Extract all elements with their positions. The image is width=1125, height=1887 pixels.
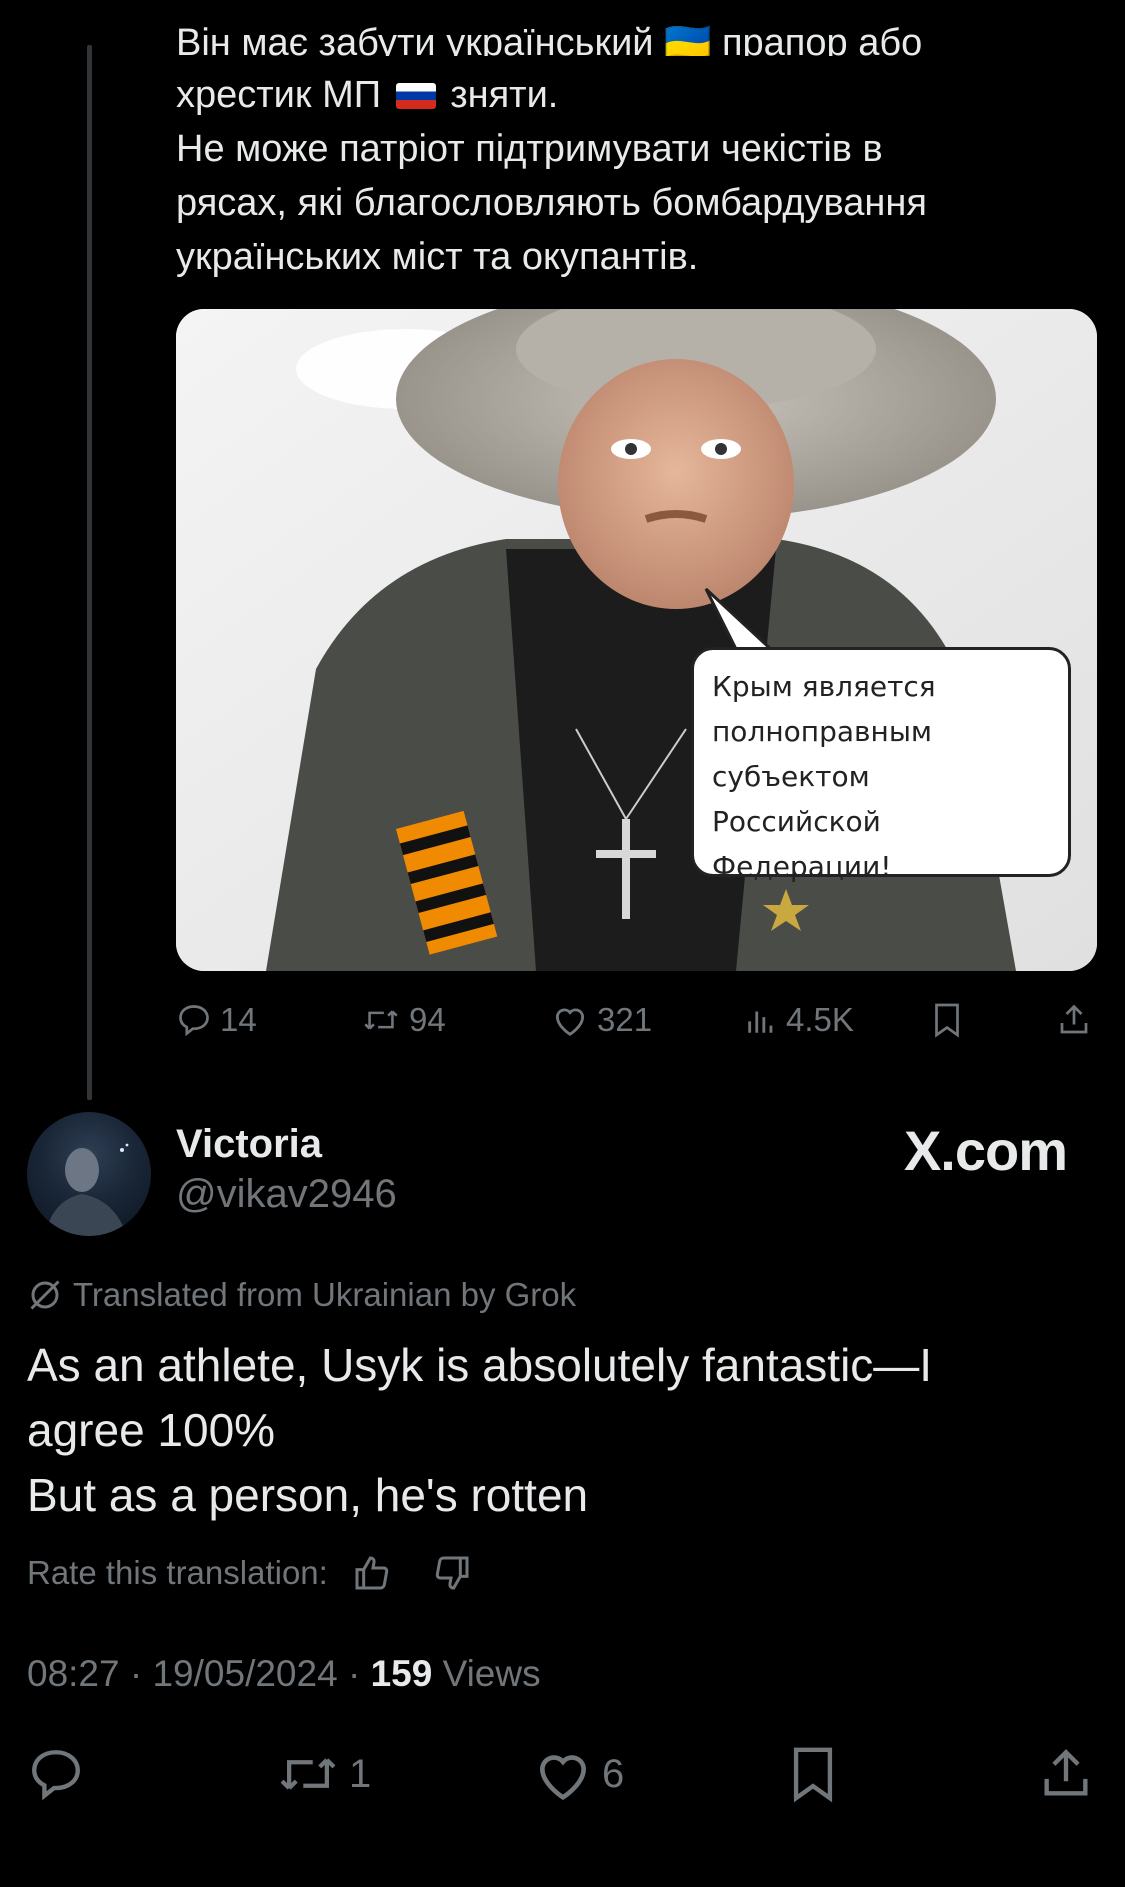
tweet-date: 19/05/2024 xyxy=(152,1653,338,1694)
bookmark-button[interactable] xyxy=(787,1745,839,1803)
grok-icon xyxy=(30,1280,60,1310)
bubble-line: полноправным xyxy=(712,715,933,748)
translation-notice: Translated from Ukrainian by Grok xyxy=(27,1276,576,1314)
xcom-watermark: X.com xyxy=(903,1119,1068,1182)
parent-tweet-actions: 14 94 321 4.5K xyxy=(176,995,1096,1045)
reply-line: As an athlete, Usyk is absolutely fantas… xyxy=(27,1339,933,1391)
parent-views-button[interactable]: 4.5K xyxy=(744,1001,854,1039)
thumbs-up-icon[interactable] xyxy=(352,1553,392,1593)
tweet-metadata: 08:27 · 19/05/2024 · 159 Views xyxy=(27,1653,541,1694)
parent-repost-button[interactable]: 94 xyxy=(361,1001,446,1039)
parent-like-button[interactable]: 321 xyxy=(551,1001,652,1039)
views-label: Views xyxy=(442,1653,541,1694)
rate-translation: Rate this translation: xyxy=(27,1553,472,1593)
russia-flag-icon xyxy=(395,83,436,109)
rate-label: Rate this translation: xyxy=(27,1554,328,1591)
bookmark-icon xyxy=(935,1003,959,1038)
parent-bookmark-button[interactable] xyxy=(931,1002,963,1038)
avatar-photo xyxy=(45,1143,129,1236)
thread-connector-line xyxy=(87,45,92,1100)
parent-tweet-text: Він має забути український 🇺🇦 прапор або… xyxy=(176,22,1096,284)
speech-bubble: Крым является полноправным субъектом Рос… xyxy=(691,647,1071,883)
parent-tweet-line-5: українських міст та окупантів. xyxy=(176,236,699,278)
reply-line: agree 100% xyxy=(27,1404,276,1456)
parent-tweet-line-2b: зняти. xyxy=(450,74,559,116)
repost-button[interactable]: 1 xyxy=(275,1745,371,1803)
views-count: 159 xyxy=(370,1653,433,1694)
user-handle[interactable]: @vikav2946 xyxy=(176,1172,397,1217)
reply-tweet-actions: 1 6 xyxy=(27,1745,1097,1805)
heart-icon xyxy=(555,1008,585,1036)
reply-icon xyxy=(32,1750,80,1801)
share-icon xyxy=(1044,1749,1088,1796)
bubble-line: субъектом xyxy=(712,760,870,793)
repost-icon xyxy=(280,1758,336,1790)
parent-tweet-line-2a: хрестик МП xyxy=(176,74,382,116)
reply-line: But as a person, he's rotten xyxy=(27,1469,589,1521)
thumbs-down-icon[interactable] xyxy=(432,1553,472,1593)
views-chart-icon xyxy=(748,1011,773,1033)
like-button[interactable]: 6 xyxy=(532,1745,624,1803)
reply-button[interactable] xyxy=(27,1745,85,1803)
share-button[interactable] xyxy=(1037,1745,1095,1803)
bookmark-icon xyxy=(793,1747,833,1803)
like-count: 6 xyxy=(602,1751,625,1796)
parent-like-count: 321 xyxy=(597,1001,653,1038)
parent-reply-button[interactable]: 14 xyxy=(176,1001,257,1039)
repost-count: 1 xyxy=(349,1751,372,1796)
parent-tweet-line-4: рясах, які благословляють бомбардування xyxy=(176,182,927,224)
parent-tweet-image[interactable]: Крым является полноправным субъектом Рос… xyxy=(176,309,1097,971)
parent-share-button[interactable] xyxy=(1056,1002,1092,1038)
display-name[interactable]: Victoria xyxy=(176,1122,322,1167)
parent-tweet-line-2: хрестик МП зняти. xyxy=(176,68,1096,122)
translation-label: Translated from Ukrainian by Grok xyxy=(73,1276,577,1313)
bubble-line: Российской xyxy=(712,805,881,838)
parent-reply-count: 14 xyxy=(220,1001,257,1038)
reply-tweet-text: As an athlete, Usyk is absolutely fantas… xyxy=(27,1333,1087,1528)
avatar[interactable] xyxy=(27,1112,151,1236)
parent-views-count: 4.5K xyxy=(786,1001,854,1038)
heart-icon xyxy=(540,1755,586,1800)
reply-icon xyxy=(179,1005,209,1037)
parent-tweet-line-3: Не може патріот підтримувати чекістів в xyxy=(176,128,883,170)
share-icon xyxy=(1060,1004,1088,1034)
parent-repost-count: 94 xyxy=(409,1001,446,1038)
parent-tweet-cut-line: Він має забути український 🇺🇦 прапор або xyxy=(176,22,923,56)
bubble-line: Федерации! xyxy=(712,850,892,883)
bubble-line: Крым является xyxy=(712,670,936,703)
repost-icon xyxy=(364,1010,398,1030)
tweet-time: 08:27 xyxy=(27,1653,120,1694)
